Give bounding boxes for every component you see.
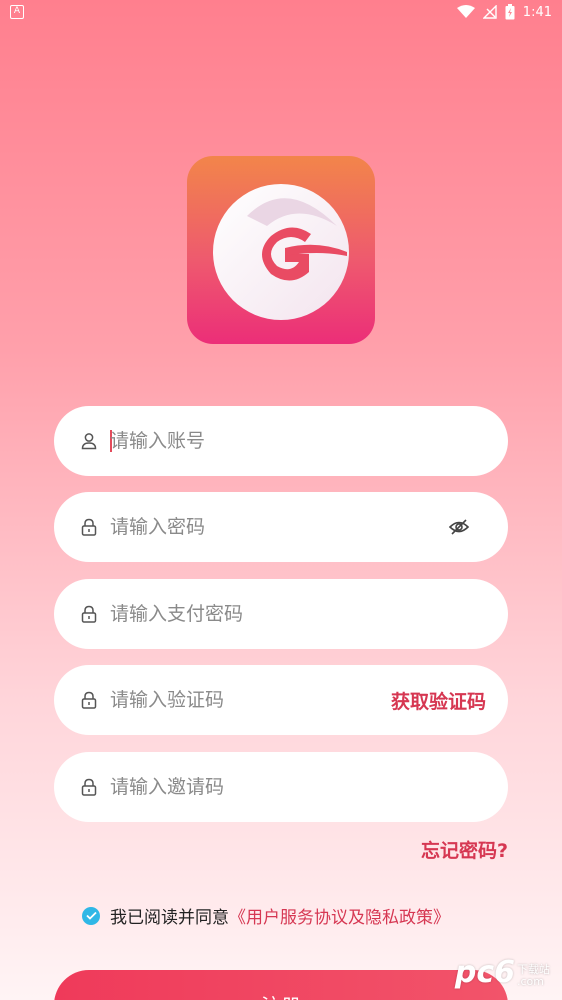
notification-icon: A <box>10 5 24 19</box>
status-time: 1:41 <box>522 4 552 20</box>
status-icons: 1:41 <box>456 4 552 20</box>
battery-icon <box>505 4 515 20</box>
watermark-small-bottom: .com <box>517 975 544 988</box>
agreement-row: 我已阅读并同意 《用户服务协议及隐私政策》 <box>82 903 450 928</box>
lock-icon <box>81 691 97 709</box>
agreement-text: 我已阅读并同意 <box>110 908 229 928</box>
eye-off-icon[interactable] <box>448 516 470 538</box>
password-input[interactable] <box>110 504 410 550</box>
pay-password-input[interactable] <box>110 591 410 637</box>
watermark-text: pc6 <box>454 955 515 990</box>
status-bar: A 1:41 <box>0 0 562 26</box>
invite-code-input[interactable] <box>110 764 410 810</box>
agreement-link[interactable]: 《用户服务协议及隐私政策》 <box>229 903 450 928</box>
watermark-logo: pc6 下载站 .com <box>455 958 550 988</box>
check-icon <box>85 911 97 920</box>
user-icon <box>81 433 97 450</box>
signal-icon <box>482 5 497 19</box>
get-code-button[interactable]: 获取验证码 <box>391 687 486 714</box>
forgot-password-link[interactable]: 忘记密码? <box>421 836 508 863</box>
invite-code-field[interactable] <box>54 752 508 822</box>
verify-code-field[interactable]: 获取验证码 <box>54 665 508 735</box>
account-field[interactable] <box>54 406 508 476</box>
verify-code-input[interactable] <box>110 677 360 723</box>
register-button[interactable]: 注册 <box>54 970 508 1000</box>
pay-password-field[interactable] <box>54 579 508 649</box>
app-logo <box>187 156 375 344</box>
watermark-small: 下载站 .com <box>515 964 550 988</box>
wifi-icon <box>456 5 475 18</box>
lock-icon <box>81 518 97 536</box>
account-input[interactable] <box>110 418 410 464</box>
lock-icon <box>81 778 97 796</box>
lock-icon <box>81 605 97 623</box>
agreement-checkbox[interactable] <box>82 906 100 925</box>
password-field[interactable] <box>54 492 508 562</box>
